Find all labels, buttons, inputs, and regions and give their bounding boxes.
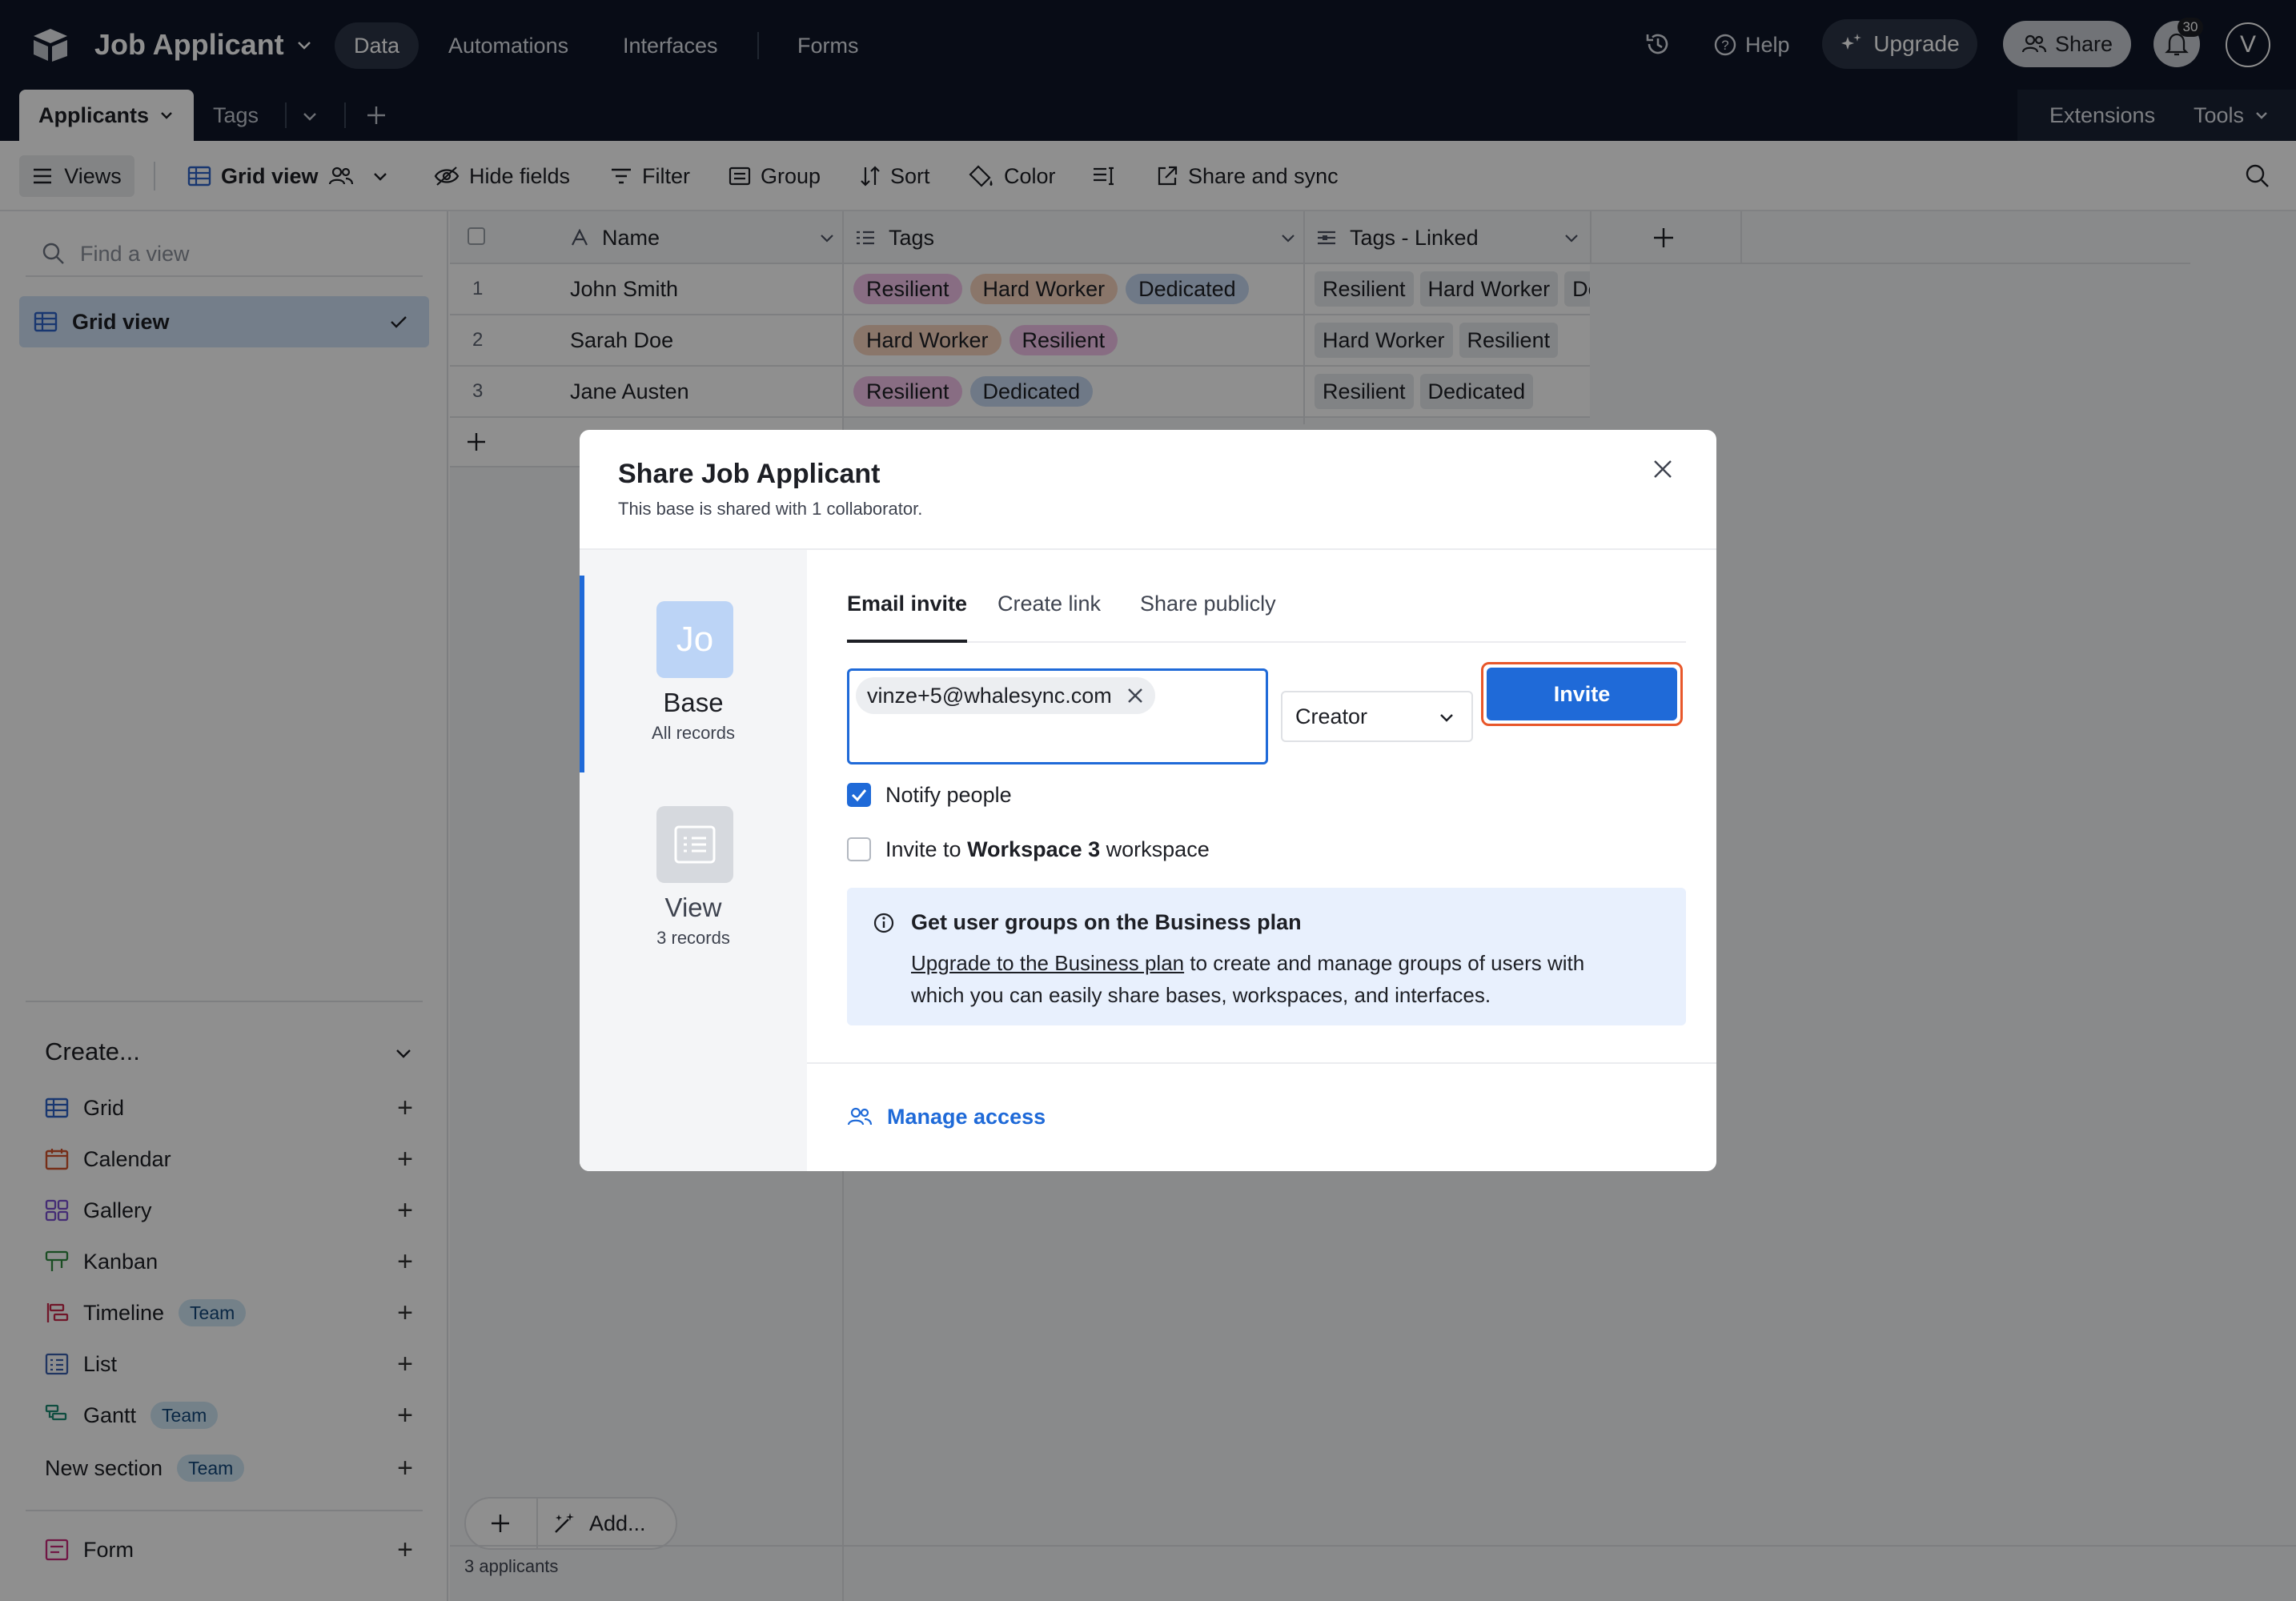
tabs-divider xyxy=(847,641,1686,643)
email-chip-label: vinze+5@whalesync.com xyxy=(867,683,1112,708)
footer-divider xyxy=(807,1062,1716,1064)
info-body: Upgrade to the Business plan to create a… xyxy=(911,947,1584,1011)
scope-view-label: View xyxy=(664,893,722,922)
check-icon xyxy=(851,789,867,802)
scope-base-sub: All records xyxy=(652,723,735,743)
email-chip[interactable]: vinze+5@whalesync.com xyxy=(856,677,1155,714)
invite-button[interactable]: Invite xyxy=(1487,668,1677,720)
people-icon xyxy=(847,1105,873,1128)
notify-checkbox[interactable] xyxy=(847,783,871,807)
share-dialog: Share Job Applicant This base is shared … xyxy=(580,430,1716,1171)
invite-workspace-option[interactable]: Invite to Workspace 3 workspace xyxy=(847,833,1210,865)
email-input[interactable]: vinze+5@whalesync.com xyxy=(847,668,1268,764)
dialog-subtitle: This base is shared with 1 collaborator. xyxy=(618,499,923,519)
info-text-1: to create and manage groups of users wit… xyxy=(1184,951,1585,975)
remove-chip-icon[interactable] xyxy=(1126,687,1144,704)
invite-workspace-label: Invite to Workspace 3 workspace xyxy=(885,837,1210,862)
view-thumbnail xyxy=(656,806,733,883)
info-title: Get user groups on the Business plan xyxy=(911,910,1302,934)
manage-access-link[interactable]: Manage access xyxy=(847,1101,1046,1133)
notify-label: Notify people xyxy=(885,782,1012,807)
manage-access-label: Manage access xyxy=(887,1104,1046,1129)
close-icon[interactable] xyxy=(1652,459,1673,479)
role-select[interactable]: Creator xyxy=(1281,691,1473,742)
invite-ws-prefix: Invite to xyxy=(885,837,968,861)
scope-view[interactable]: View 3 records xyxy=(580,806,807,982)
scope-base[interactable]: Jo Base All records xyxy=(580,576,807,772)
dialog-title: Share Job Applicant xyxy=(618,459,881,489)
invite-ws-suffix: workspace xyxy=(1100,837,1210,861)
scope-view-sub: 3 records xyxy=(656,928,730,948)
base-thumbnail: Jo xyxy=(656,601,733,678)
upgrade-business-link[interactable]: Upgrade to the Business plan xyxy=(911,951,1184,975)
tab-email-invite[interactable]: Email invite xyxy=(847,592,968,643)
workspace-name: Workspace 3 xyxy=(967,837,1101,861)
scope-base-label: Base xyxy=(663,688,724,717)
info-icon xyxy=(873,912,895,934)
tab-create-link[interactable]: Create link xyxy=(997,592,1101,616)
notify-people-option[interactable]: Notify people xyxy=(847,779,1012,811)
tab-share-publicly[interactable]: Share publicly xyxy=(1140,592,1276,616)
chevron-down-icon xyxy=(1438,708,1455,726)
info-text-2: which you can easily share bases, worksp… xyxy=(911,983,1491,1007)
form-view-icon xyxy=(674,825,716,864)
role-select-value: Creator xyxy=(1295,704,1368,728)
invite-workspace-checkbox[interactable] xyxy=(847,837,871,861)
business-plan-info: Get user groups on the Business plan Upg… xyxy=(847,888,1686,1025)
